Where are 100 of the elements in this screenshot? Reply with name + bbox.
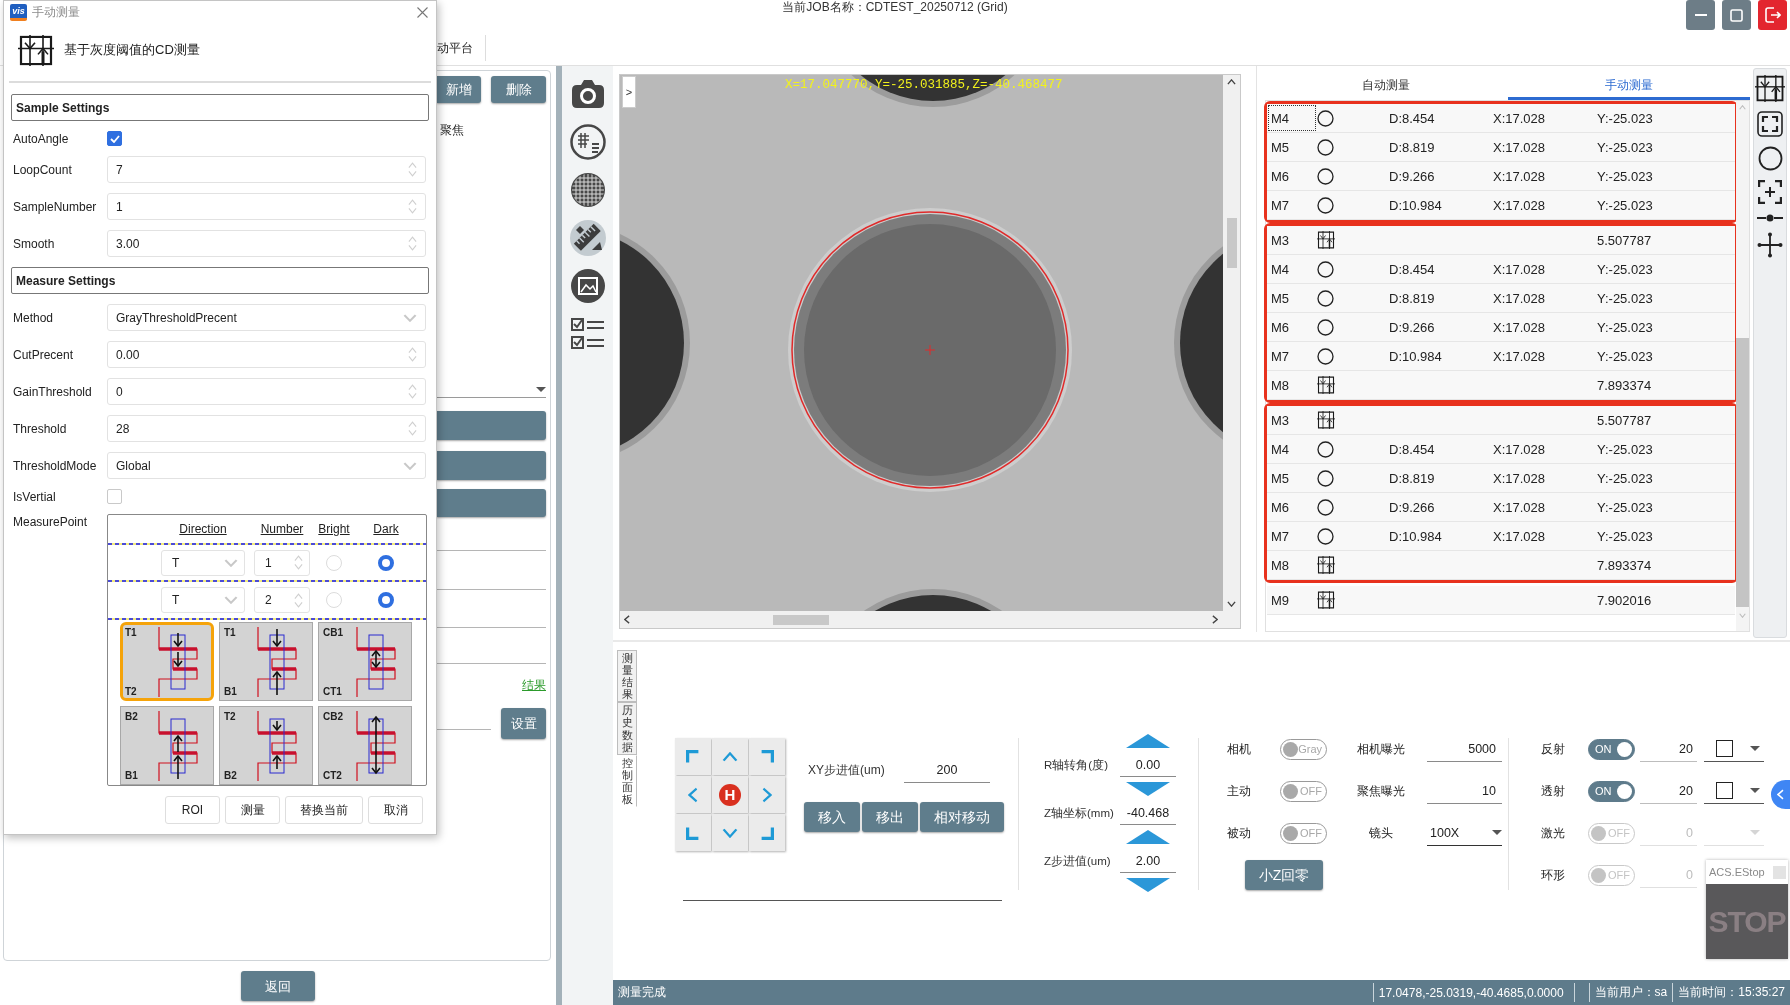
result-row[interactable]: M7 D:10.984 X:17.028 Y:-25.023	[1267, 342, 1735, 371]
close-icon[interactable]	[417, 6, 428, 18]
checkbox[interactable]	[107, 489, 122, 504]
circle-icon[interactable]	[1757, 146, 1783, 171]
dialog-button[interactable]: 取消	[368, 796, 423, 824]
lens-dropdown[interactable]: 100X	[1427, 820, 1502, 846]
grid-ball-icon[interactable]	[569, 172, 606, 208]
toggle-switch[interactable]: ON	[1588, 780, 1635, 802]
fullscreen-icon[interactable]	[1757, 111, 1783, 137]
result-row[interactable]: M4 D:8.454 X:17.028 Y:-25.023	[1267, 255, 1735, 284]
toolbar-button[interactable]: 删除	[491, 76, 546, 103]
direction-dropdown[interactable]: T	[161, 549, 245, 576]
triangle-down-icon[interactable]	[1126, 782, 1170, 796]
dialog-button[interactable]: 测量	[225, 796, 280, 824]
direction-dropdown[interactable]: T	[161, 587, 245, 614]
radio-button[interactable]	[378, 554, 394, 571]
result-row[interactable]: M6 D:9.266 X:17.028 Y:-25.023	[1267, 313, 1735, 342]
back-button[interactable]: 返回	[241, 971, 315, 1001]
result-row[interactable]: M3 5.507787	[1267, 226, 1735, 255]
grid-list-icon[interactable]	[569, 124, 606, 160]
checklist-icon[interactable]	[569, 316, 606, 352]
result-row[interactable]: M9 7.902016	[1267, 586, 1735, 615]
triangle-down-icon[interactable]	[1126, 878, 1170, 892]
scroll-thumb[interactable]	[773, 614, 829, 625]
cd-measure-icon[interactable]	[1755, 75, 1785, 102]
result-row[interactable]: M5 D:8.819 X:17.028 Y:-25.023	[1267, 284, 1735, 313]
side-tab[interactable]: 历史数据	[617, 702, 637, 755]
intensity-field[interactable]: 20	[1640, 736, 1697, 762]
ruler-pencil-icon[interactable]	[569, 220, 606, 256]
measure-mode-option[interactable]: B2 B1	[120, 706, 214, 785]
focus-plus-icon[interactable]	[1758, 180, 1782, 204]
maximize-button[interactable]	[1722, 0, 1751, 30]
tab[interactable]: 自动测量	[1265, 73, 1508, 100]
result-row[interactable]: M4 D:8.454 X:17.028 Y:-25.023	[1267, 435, 1735, 464]
result-row[interactable]: M5 D:8.819 X:17.028 Y:-25.023	[1267, 133, 1735, 162]
result-row[interactable]: M6 D:9.266 X:17.028 Y:-25.023	[1267, 162, 1735, 191]
dialog-button[interactable]: 替换当前	[285, 796, 363, 824]
number-field[interactable]: 2	[254, 587, 310, 614]
number-field[interactable]: 1	[107, 193, 426, 220]
jog-button[interactable]	[675, 738, 711, 775]
measure-mode-option[interactable]: T1 T2	[120, 622, 214, 701]
settings-button[interactable]: 设置	[501, 708, 546, 739]
dropdown-field[interactable]: GrayThresholdPrecent	[107, 304, 426, 331]
axis-field[interactable]: 2.00	[1120, 849, 1176, 873]
triangle-up-icon[interactable]	[1126, 830, 1170, 844]
close-button[interactable]	[1758, 0, 1787, 30]
jog-button[interactable]	[675, 814, 711, 851]
result-row[interactable]: M8 7.893374	[1267, 551, 1735, 580]
result-row[interactable]: M3 5.507787	[1267, 406, 1735, 435]
toolbar-button[interactable]: 新增	[437, 76, 481, 103]
measure-mode-option[interactable]: T1 B1	[219, 622, 313, 701]
result-row[interactable]: M7 D:10.984 X:17.028 Y:-25.023	[1267, 522, 1735, 551]
collapse-button[interactable]	[1771, 780, 1790, 809]
scroll-thumb[interactable]	[1736, 338, 1749, 607]
radio-button[interactable]	[378, 592, 394, 609]
dropdown-field[interactable]: Global	[107, 452, 426, 479]
jog-button[interactable]	[675, 776, 711, 813]
number-field[interactable]: 0.00	[107, 341, 426, 368]
checkbox[interactable]	[107, 131, 122, 146]
image-frame-icon[interactable]	[569, 268, 606, 304]
exposure-field[interactable]: 10	[1427, 778, 1502, 804]
result-link[interactable]: 结果	[522, 678, 546, 692]
measure-mode-option[interactable]: T2 B2	[219, 706, 313, 785]
number-field[interactable]: 7	[107, 156, 426, 183]
scroll-thumb[interactable]	[1226, 218, 1237, 268]
triangle-up-icon[interactable]	[1126, 734, 1170, 748]
result-row[interactable]: M5 D:8.819 X:17.028 Y:-25.023	[1267, 464, 1735, 493]
jog-button[interactable]	[712, 814, 748, 851]
line-dot-icon[interactable]	[1757, 213, 1783, 223]
menu-tab[interactable]: 动平台	[437, 40, 473, 55]
zero-button[interactable]: 小Z回零	[1245, 860, 1323, 890]
move-button[interactable]: 相对移动	[920, 802, 1004, 832]
move-button[interactable]: 移出	[862, 802, 918, 832]
result-row[interactable]: M7 D:10.984 X:17.028 Y:-25.023	[1267, 191, 1735, 220]
expand-button[interactable]: >	[622, 76, 636, 108]
home-button[interactable]: H	[712, 776, 748, 813]
jog-button[interactable]	[749, 776, 785, 813]
side-tab[interactable]: 测量结果	[617, 650, 637, 703]
minimize-button[interactable]	[1686, 0, 1715, 30]
result-row[interactable]: M8 7.893374	[1267, 371, 1735, 400]
move-button[interactable]: 移入	[804, 802, 860, 832]
jog-button[interactable]	[749, 814, 785, 851]
exposure-field[interactable]: 5000	[1427, 736, 1502, 762]
number-field[interactable]: 0	[107, 378, 426, 405]
number-field[interactable]: 28	[107, 415, 426, 442]
step-field[interactable]: 200	[904, 757, 990, 783]
measure-mode-option[interactable]: CB2 CT2	[318, 706, 412, 785]
result-row[interactable]: M4 D:8.454 X:17.028 Y:-25.023	[1267, 104, 1735, 133]
axis-field[interactable]: 0.00	[1120, 753, 1176, 777]
dialog-button[interactable]: ROI	[165, 796, 220, 824]
number-field[interactable]: 1	[254, 549, 310, 576]
number-field[interactable]: 3.00	[107, 230, 426, 257]
jog-button[interactable]	[749, 738, 785, 775]
measure-mode-option[interactable]: CB1 CT1	[318, 622, 412, 701]
vertical-scrollbar[interactable]	[1736, 101, 1749, 631]
jog-button[interactable]	[712, 738, 748, 775]
result-row[interactable]: M6 D:9.266 X:17.028 Y:-25.023	[1267, 493, 1735, 522]
toggle-switch[interactable]: ON	[1588, 738, 1635, 760]
crosshair-icon[interactable]	[1757, 232, 1783, 258]
intensity-field[interactable]: 20	[1640, 778, 1697, 804]
